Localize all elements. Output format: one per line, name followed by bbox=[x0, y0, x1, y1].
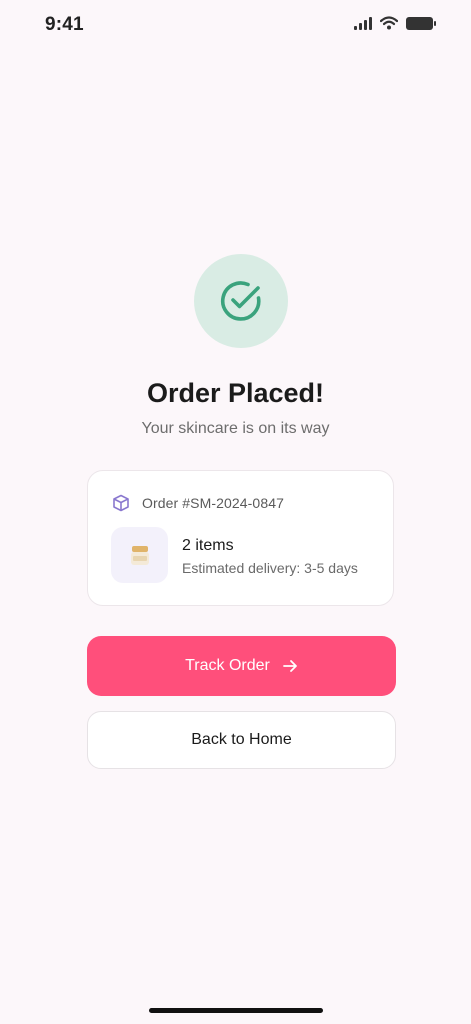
status-time: 9:41 bbox=[45, 14, 84, 35]
track-order-label: Track Order bbox=[185, 657, 270, 674]
package-icon bbox=[113, 494, 129, 512]
estimated-delivery: Estimated delivery: 3-5 days bbox=[182, 560, 358, 576]
status-icons bbox=[354, 16, 436, 30]
product-thumbnail bbox=[111, 527, 168, 583]
success-badge bbox=[194, 254, 288, 348]
wifi-icon bbox=[380, 16, 398, 30]
battery-icon bbox=[406, 16, 436, 30]
status-bar: 9:41 bbox=[0, 0, 471, 52]
order-number-row: Order #SM-2024-0847 bbox=[112, 494, 284, 512]
home-indicator[interactable] bbox=[149, 1008, 323, 1013]
signal-icon bbox=[354, 16, 372, 30]
arrow-right-icon bbox=[282, 660, 297, 672]
order-summary-card: Order #SM-2024-0847 2 items Estimated de… bbox=[87, 470, 394, 606]
items-count: 2 items bbox=[182, 537, 234, 554]
track-order-button[interactable]: Track Order bbox=[87, 636, 396, 696]
check-circle-icon bbox=[220, 281, 261, 321]
order-number: Order #SM-2024-0847 bbox=[142, 495, 284, 511]
cream-jar-icon bbox=[130, 546, 149, 565]
back-to-home-button[interactable]: Back to Home bbox=[87, 711, 396, 769]
back-to-home-label: Back to Home bbox=[191, 731, 292, 748]
page-subtitle: Your skincare is on its way bbox=[141, 420, 330, 437]
page-title: Order Placed! bbox=[146, 378, 325, 408]
